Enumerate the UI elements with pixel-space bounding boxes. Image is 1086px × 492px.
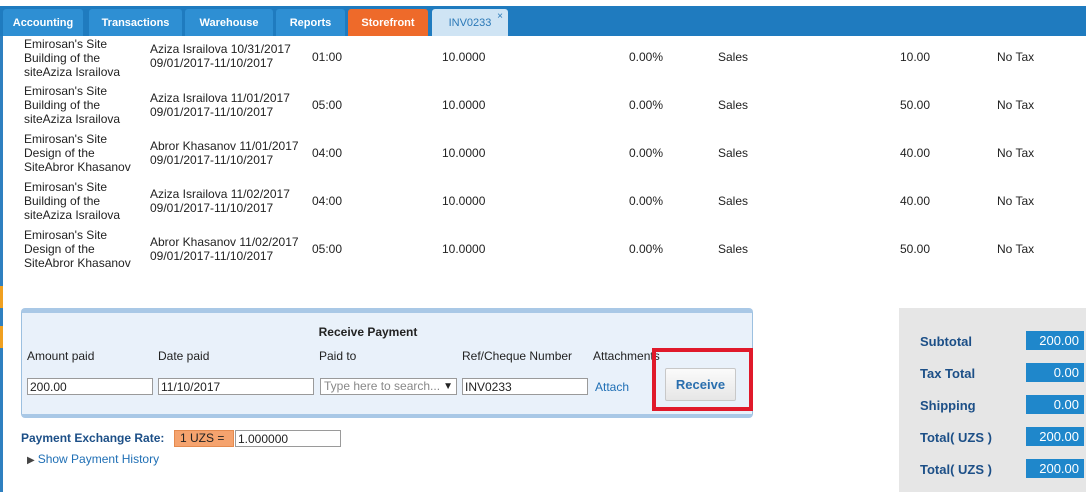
- paid-to-select[interactable]: Type here to search... ▼: [320, 378, 457, 395]
- panel-title: Receive Payment: [318, 325, 418, 339]
- exchange-rate-label: Payment Exchange Rate:: [21, 431, 165, 445]
- subtotal-value: 200.00: [1026, 331, 1084, 350]
- tab-invoice[interactable]: INV0233 ×: [432, 9, 508, 36]
- item-rate: 10.0000: [442, 98, 486, 112]
- item-account: Sales: [718, 50, 749, 64]
- table-row: Emirosan's Site Building of the siteAziz…: [0, 36, 1086, 84]
- item-employee-date: Abror Khasanov 11/02/2017 09/01/2017-11/…: [150, 235, 299, 263]
- tax-total-row: Tax Total 0.00: [899, 363, 1086, 383]
- item-tax: No Tax: [997, 146, 1035, 160]
- item-tax: No Tax: [997, 98, 1035, 112]
- item-amount: 10.00: [900, 50, 931, 64]
- paid-to-placeholder: Type here to search...: [324, 379, 441, 393]
- amount-paid-label: Amount paid: [27, 349, 95, 363]
- item-description: Emirosan's Site Design of the SiteAbror …: [24, 132, 131, 174]
- item-account: Sales: [718, 146, 749, 160]
- close-icon[interactable]: ×: [497, 11, 503, 22]
- tab-label: Transactions: [101, 16, 170, 29]
- tab-warehouse[interactable]: Warehouse: [185, 9, 273, 36]
- item-discount: 0.00%: [629, 50, 664, 64]
- tab-label: INV0233: [448, 16, 492, 29]
- expand-triangle-icon: ▶: [27, 455, 35, 466]
- total-value: 200.00: [1026, 427, 1084, 446]
- item-amount: 50.00: [900, 242, 931, 256]
- item-discount: 0.00%: [629, 242, 664, 256]
- item-hours: 01:00: [312, 50, 343, 64]
- item-hours: 05:00: [312, 242, 343, 256]
- total-row: Total( UZS ) 200.00: [899, 427, 1086, 447]
- shipping-value: 0.00: [1026, 395, 1084, 414]
- item-tax: No Tax: [997, 242, 1035, 256]
- item-amount: 50.00: [900, 98, 931, 112]
- tax-total-label: Tax Total: [920, 366, 976, 381]
- highlight-box: [652, 348, 753, 411]
- tab-reports[interactable]: Reports: [276, 9, 345, 36]
- tab-storefront[interactable]: Storefront: [348, 9, 428, 36]
- tab-label: Accounting: [12, 16, 74, 29]
- item-employee-date: Aziza Israilova 10/31/2017 09/01/2017-11…: [150, 42, 291, 70]
- stripe-marker: [0, 326, 3, 348]
- subtotal-label: Subtotal: [920, 334, 972, 349]
- total-value: 200.00: [1026, 459, 1084, 478]
- item-description: Emirosan's Site Design of the SiteAbror …: [24, 228, 131, 270]
- date-paid-label: Date paid: [158, 349, 210, 363]
- tab-label: Reports: [289, 16, 332, 29]
- item-rate: 10.0000: [442, 50, 486, 64]
- amount-paid-input[interactable]: [27, 378, 153, 395]
- shipping-label: Shipping: [920, 398, 976, 413]
- item-description: Emirosan's Site Building of the siteAziz…: [24, 180, 121, 222]
- attach-link[interactable]: Attach: [595, 380, 629, 394]
- item-description: Emirosan's Site Building of the siteAziz…: [24, 84, 121, 126]
- table-row: Emirosan's Site Building of the siteAziz…: [0, 180, 1086, 228]
- item-account: Sales: [718, 242, 749, 256]
- tax-total-value: 0.00: [1026, 363, 1084, 382]
- stripe-marker: [0, 286, 3, 308]
- item-tax: No Tax: [997, 194, 1035, 208]
- currency-badge: 1 UZS =: [174, 430, 234, 447]
- dropdown-arrow-icon: ▼: [443, 381, 453, 392]
- table-row: Emirosan's Site Design of the SiteAbror …: [0, 132, 1086, 180]
- item-employee-date: Aziza Israilova 11/01/2017 09/01/2017-11…: [150, 91, 290, 119]
- table-row: Emirosan's Site Design of the SiteAbror …: [0, 228, 1086, 276]
- item-discount: 0.00%: [629, 194, 664, 208]
- tab-label: Warehouse: [199, 16, 259, 29]
- item-description: Emirosan's Site Building of the siteAziz…: [24, 37, 121, 79]
- tab-transactions[interactable]: Transactions: [89, 9, 182, 36]
- item-amount: 40.00: [900, 146, 931, 160]
- show-payment-history-link[interactable]: ▶ Show Payment History: [27, 452, 159, 466]
- paid-to-label: Paid to: [319, 349, 357, 363]
- receive-payment-panel: Receive Payment Amount paid Date paid Pa…: [21, 308, 753, 418]
- totals-panel: Subtotal 200.00 Tax Total 0.00 Shipping …: [899, 308, 1086, 492]
- total-label: Total( UZS ): [920, 462, 992, 477]
- item-hours: 04:00: [312, 194, 343, 208]
- item-rate: 10.0000: [442, 194, 486, 208]
- ref-number-input[interactable]: [462, 378, 588, 395]
- history-label: Show Payment History: [37, 452, 160, 466]
- item-hours: 05:00: [312, 98, 343, 112]
- item-employee-date: Abror Khasanov 11/01/2017 09/01/2017-11/…: [150, 139, 299, 167]
- table-row: Emirosan's Site Building of the siteAziz…: [0, 84, 1086, 132]
- item-discount: 0.00%: [629, 98, 664, 112]
- date-paid-input[interactable]: [158, 378, 314, 395]
- item-amount: 40.00: [900, 194, 931, 208]
- item-hours: 04:00: [312, 146, 343, 160]
- exchange-rate-input[interactable]: [235, 430, 341, 447]
- total-row: Total( UZS ) 200.00: [899, 459, 1086, 479]
- item-rate: 10.0000: [442, 146, 486, 160]
- tab-accounting[interactable]: Accounting: [3, 9, 83, 36]
- tab-label: Storefront: [361, 16, 415, 29]
- item-employee-date: Aziza Israilova 11/02/2017 09/01/2017-11…: [150, 187, 290, 215]
- subtotal-row: Subtotal 200.00: [899, 331, 1086, 351]
- item-account: Sales: [718, 98, 749, 112]
- ref-number-label: Ref/Cheque Number: [462, 349, 573, 363]
- item-rate: 10.0000: [442, 242, 486, 256]
- item-discount: 0.00%: [629, 146, 664, 160]
- shipping-row: Shipping 0.00: [899, 395, 1086, 415]
- attachments-label: Attachments: [593, 349, 660, 363]
- item-account: Sales: [718, 194, 749, 208]
- total-label: Total( UZS ): [920, 430, 992, 445]
- item-tax: No Tax: [997, 50, 1035, 64]
- top-tab-bar: Accounting Transactions Warehouse Report…: [0, 0, 1086, 36]
